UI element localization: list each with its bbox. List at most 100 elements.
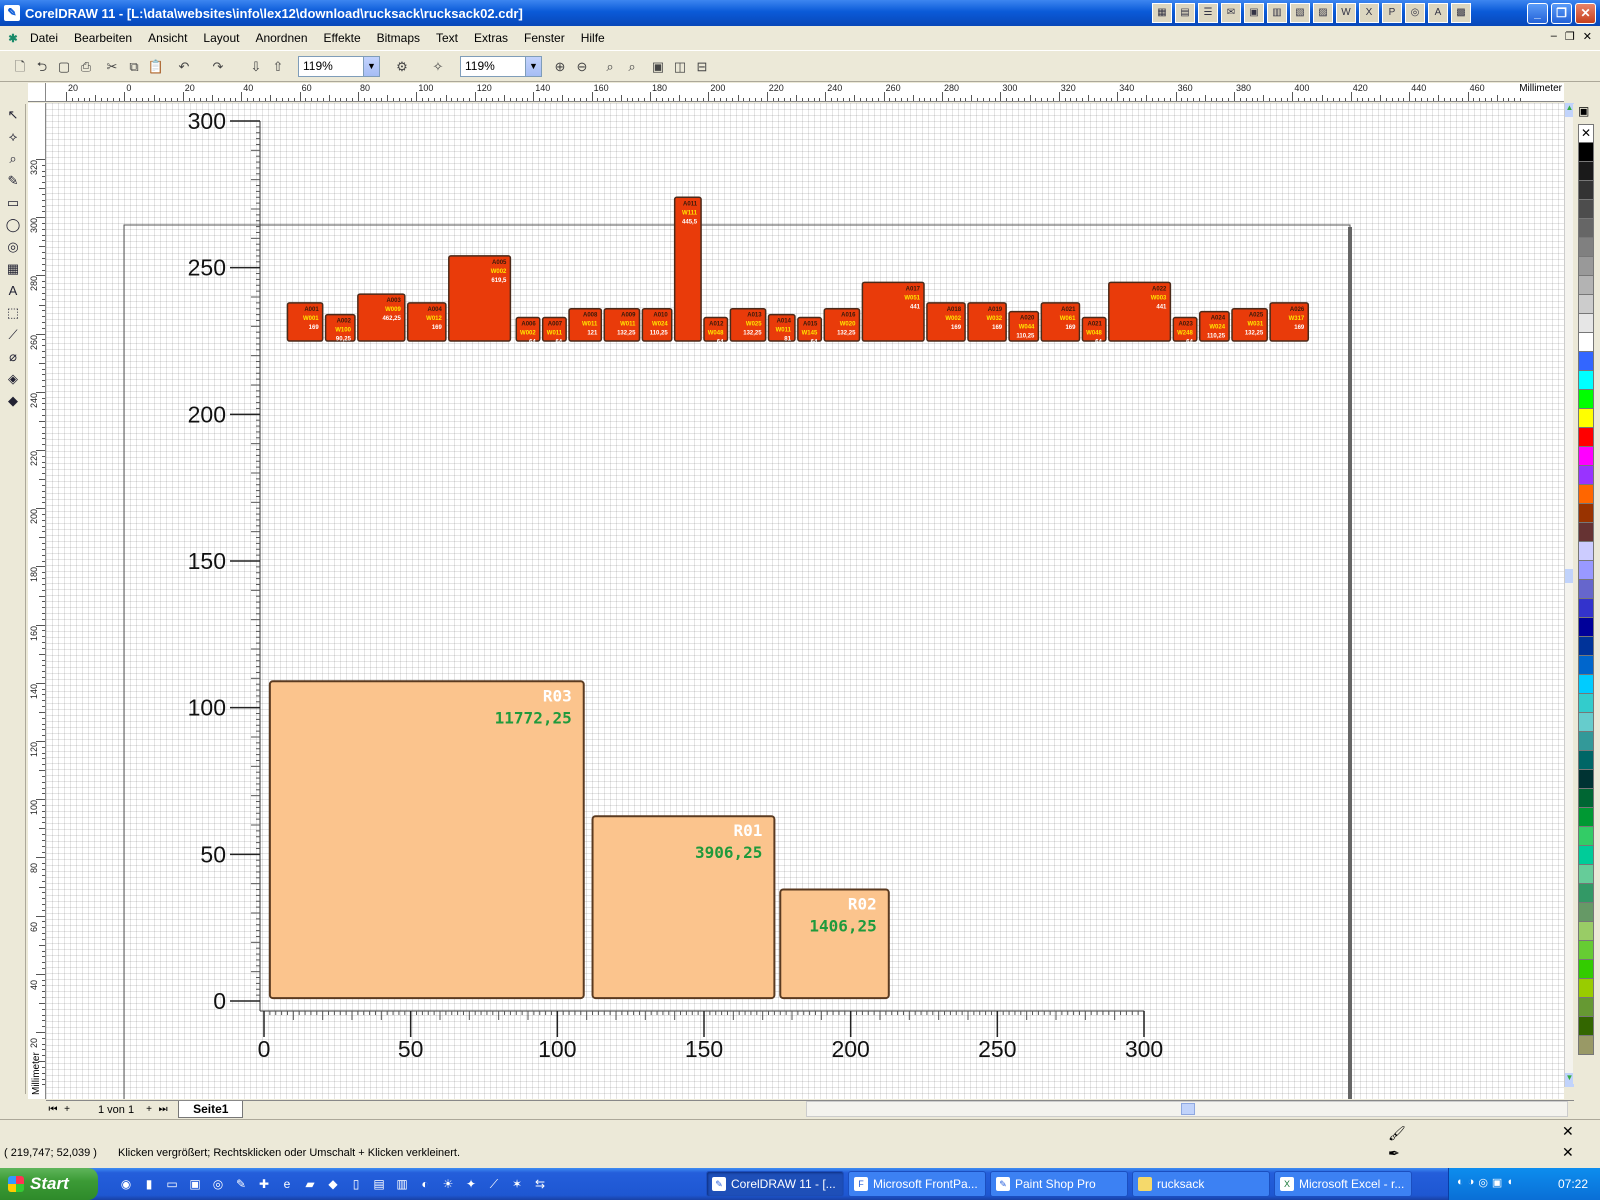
color-swatch[interactable] [1578, 276, 1594, 295]
task-frontpage[interactable]: F Microsoft FrontPa... [848, 1171, 986, 1197]
ellipse-tool-icon[interactable]: ◯ [1, 214, 25, 236]
shape-tool-icon[interactable]: ⟡ [1, 126, 25, 148]
vertical-ruler[interactable]: Millimeter 320 300 280 260 240 220 200 180 160 14… [28, 103, 46, 1099]
task-rucksack-folder[interactable]: rucksack [1132, 1171, 1270, 1197]
quick-launch-icon[interactable]: ✎ [231, 1174, 251, 1194]
chevron-down-icon[interactable]: ▼ [363, 57, 379, 76]
fill-indicator-icon[interactable]: 🖌 [1388, 1125, 1406, 1142]
tab-seite1[interactable]: Seite1 [178, 1101, 244, 1118]
corel-online-icon[interactable]: ✧ [428, 57, 448, 77]
quick-launch-icon[interactable]: ◎ [208, 1174, 228, 1194]
color-swatch[interactable] [1578, 333, 1594, 352]
menu-effekte[interactable]: Effekte [324, 31, 371, 45]
text-tool-icon[interactable]: A [1, 280, 25, 302]
document-icon[interactable]: ✱ [4, 32, 22, 45]
task-coreldraw[interactable]: ✎ CorelDRAW 11 - [... [706, 1171, 844, 1197]
volume-icon[interactable]: ◖ [1506, 1176, 1513, 1189]
color-swatch[interactable] [1578, 789, 1594, 808]
tray-icon[interactable]: ◐ [1457, 1176, 1464, 1189]
fill-tool-icon[interactable]: ◈ [1, 368, 25, 390]
zoom-level-dropdown[interactable]: 119% ▼ [298, 56, 380, 77]
quick-icon[interactable]: ▥ [1267, 3, 1287, 23]
application-launcher-icon[interactable]: ⚙ [392, 57, 412, 77]
copy-icon[interactable]: ⧉ [124, 57, 144, 77]
rectangle-tool-icon[interactable]: ▭ [1, 192, 25, 214]
color-swatch[interactable] [1578, 447, 1594, 466]
color-swatch[interactable] [1578, 523, 1594, 542]
quick-icon[interactable]: ▤ [1175, 3, 1195, 23]
first-page-icon[interactable]: ⏮ [46, 1104, 60, 1115]
quick-launch-icon[interactable]: ✶ [507, 1174, 527, 1194]
undo-icon[interactable]: ↶ [174, 57, 194, 77]
color-swatch[interactable] [1578, 295, 1594, 314]
palette-options-icon[interactable]: ▣ [1578, 104, 1600, 124]
zoom-width-icon[interactable]: ◫ [670, 57, 690, 77]
quick-launch-icon[interactable]: ▭ [162, 1174, 182, 1194]
outline-tool-icon[interactable]: ⌀ [1, 346, 25, 368]
quick-launch-icon[interactable]: ◐ [415, 1174, 435, 1194]
quick-launch-icon[interactable]: ◉ [116, 1174, 136, 1194]
color-swatch[interactable] [1578, 238, 1594, 257]
color-swatch[interactable] [1578, 751, 1594, 770]
task-paint-shop-pro[interactable]: ✎ Paint Shop Pro [990, 1171, 1128, 1197]
quick-launch-icon[interactable]: ▥ [392, 1174, 412, 1194]
color-swatch[interactable] [1578, 257, 1594, 276]
quick-launch-icon[interactable]: ✚ [254, 1174, 274, 1194]
zoom-page-icon[interactable]: ▣ [648, 57, 668, 77]
print-icon[interactable]: ⎙ [76, 57, 96, 77]
quick-icon[interactable]: ▩ [1451, 3, 1471, 23]
quick-icon[interactable]: ▧ [1290, 3, 1310, 23]
color-swatch[interactable] [1578, 713, 1594, 732]
zoom-out-icon[interactable]: ⊖ [572, 57, 592, 77]
outline-pen-icon[interactable]: ✒ [1388, 1145, 1400, 1162]
color-swatch[interactable] [1578, 808, 1594, 827]
menu-extras[interactable]: Extras [474, 31, 518, 45]
quick-launch-icon[interactable]: ▣ [185, 1174, 205, 1194]
doc-restore-icon[interactable]: ❐ [1565, 30, 1575, 43]
restore-button[interactable]: ❐ [1551, 3, 1572, 24]
color-swatch[interactable] [1578, 352, 1594, 371]
color-swatch[interactable] [1578, 941, 1594, 960]
color-swatch[interactable] [1578, 200, 1594, 219]
cut-icon[interactable]: ✂ [102, 57, 122, 77]
quick-icon[interactable]: ▣ [1244, 3, 1264, 23]
horizontal-ruler[interactable]: Millimeter 20 0 20 40 60 80 100 120 140 160 180 200… [46, 83, 1564, 102]
color-swatch[interactable] [1578, 219, 1594, 238]
color-swatch[interactable] [1578, 998, 1594, 1017]
word-icon[interactable]: W [1336, 3, 1356, 23]
zoom-level-dropdown-2[interactable]: 119% ▼ [460, 56, 542, 77]
last-page-icon[interactable]: ⏭ [156, 1104, 170, 1115]
menu-anordnen[interactable]: Anordnen [255, 31, 317, 45]
color-swatch[interactable] [1578, 884, 1594, 903]
color-swatch[interactable] [1578, 637, 1594, 656]
quick-launch-icon[interactable]: ⇆ [530, 1174, 550, 1194]
color-swatch[interactable] [1578, 618, 1594, 637]
close-button[interactable]: ✕ [1575, 3, 1596, 24]
color-swatch[interactable] [1578, 580, 1594, 599]
chevron-down-icon[interactable]: ▼ [525, 57, 541, 76]
access-icon[interactable]: A [1428, 3, 1448, 23]
color-swatch[interactable] [1578, 770, 1594, 789]
new-document-icon[interactable]: 🗋 [10, 57, 30, 77]
color-swatch[interactable] [1578, 542, 1594, 561]
quick-launch-icon[interactable]: ▤ [369, 1174, 389, 1194]
color-swatch[interactable] [1578, 865, 1594, 884]
menu-datei[interactable]: Datei [30, 31, 68, 45]
add-page-after-icon[interactable]: + [142, 1104, 156, 1115]
color-swatch[interactable] [1578, 599, 1594, 618]
no-fill-swatch[interactable]: ✕ [1578, 124, 1594, 143]
quick-icon[interactable]: ▨ [1313, 3, 1333, 23]
quick-icon[interactable]: ☰ [1198, 3, 1218, 23]
color-swatch[interactable] [1578, 922, 1594, 941]
mail-icon[interactable]: ✉ [1221, 3, 1241, 23]
quick-launch-icon[interactable]: ⟋ [484, 1174, 504, 1194]
quick-launch-icon[interactable]: ▯ [346, 1174, 366, 1194]
excel-icon[interactable]: X [1359, 3, 1379, 23]
menu-bitmaps[interactable]: Bitmaps [377, 31, 430, 45]
quick-launch-icon[interactable]: ☀ [438, 1174, 458, 1194]
doc-close-icon[interactable]: ✕ [1583, 30, 1592, 43]
color-swatch[interactable] [1578, 466, 1594, 485]
color-swatch[interactable] [1578, 827, 1594, 846]
ruler-origin[interactable] [28, 83, 46, 102]
interactive-blend-tool-icon[interactable]: ⬚ [1, 302, 25, 324]
